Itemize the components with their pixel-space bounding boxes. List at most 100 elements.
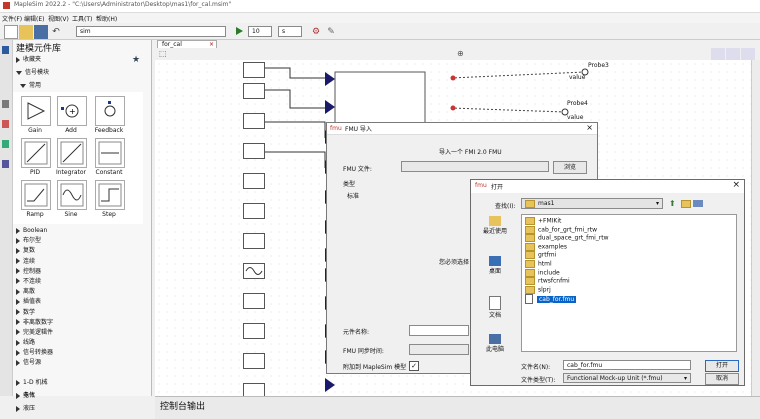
feedback-tile[interactable] (95, 96, 125, 126)
category-item[interactable]: 完美逻辑件 (14, 328, 150, 338)
common-item[interactable]: 常用 (18, 81, 41, 91)
new-icon[interactable] (4, 25, 18, 39)
list-item[interactable]: rtwsfcnfmi (525, 277, 736, 286)
source-block[interactable] (243, 323, 265, 339)
parameters-tab-icon[interactable] (2, 120, 9, 128)
documents-place[interactable]: 文档 (475, 296, 515, 324)
open-icon[interactable] (19, 25, 33, 39)
ramp-tile[interactable] (21, 180, 51, 210)
mechanical-item[interactable]: 1-D 机械 (14, 377, 48, 386)
menu-view[interactable]: 视图(V) (48, 14, 69, 23)
filename-input[interactable]: cab_for.fmu (563, 360, 691, 370)
sine-tile[interactable] (57, 180, 87, 210)
new-folder-icon[interactable] (681, 200, 691, 208)
close-icon[interactable]: × (732, 180, 740, 190)
list-item[interactable]: +FMIKit (525, 217, 736, 226)
browse-button[interactable]: 浏览 (553, 161, 587, 174)
menu-file[interactable]: 文件(F) (2, 14, 22, 23)
multibody-item[interactable]: 多体 (14, 390, 35, 399)
source-block[interactable] (243, 83, 265, 99)
up-folder-icon[interactable]: ⬆ (669, 199, 676, 208)
undo-icon[interactable]: ↶ (49, 25, 63, 39)
menu-help[interactable]: 帮助(H) (96, 14, 117, 23)
sine-source-block[interactable] (243, 263, 265, 279)
signal-blocks-item[interactable]: 信号模块 (14, 68, 49, 78)
run-icon[interactable] (236, 27, 243, 35)
category-item[interactable]: 布尔型 (14, 236, 150, 246)
input-port[interactable] (325, 72, 335, 86)
open-button[interactable]: 打开 (705, 360, 739, 372)
attach-checkbox[interactable]: ✓ (409, 361, 419, 371)
component-name-input[interactable] (409, 325, 469, 336)
folder-icon (525, 234, 535, 243)
close-icon[interactable]: × (586, 123, 593, 132)
list-item[interactable]: cab_for_grt_fmi_rtw (525, 225, 736, 235)
category-item[interactable]: 线路 (14, 338, 150, 348)
category-item[interactable]: 数学 (14, 308, 150, 318)
type-value[interactable]: 标准 (347, 191, 359, 200)
probe-tab-icon[interactable] (2, 140, 9, 148)
canvas-vscrollbar[interactable] (751, 60, 760, 396)
fmu-file-input[interactable] (401, 161, 549, 172)
file-list[interactable]: +FMIKit cab_for_grt_fmi_rtw dual_space_g… (521, 214, 737, 352)
list-item[interactable]: slprj (525, 285, 736, 295)
category-item[interactable]: 信号转换器 (14, 348, 150, 358)
pid-tile[interactable] (21, 138, 51, 168)
category-item[interactable]: 不连续 (14, 277, 150, 287)
star-icon[interactable]: ★ (132, 55, 140, 65)
source-block[interactable] (243, 293, 265, 309)
filetype-select[interactable]: Functional Mock-up Unit (*.fmu) ▾ (563, 373, 691, 383)
probe3-label[interactable]: Probe3 (588, 62, 609, 69)
tool-icon[interactable]: ✎ (324, 25, 338, 39)
category-item[interactable]: 控制器 (14, 267, 150, 277)
source-block[interactable] (243, 113, 265, 129)
category-item[interactable]: 非离散数字 (14, 318, 150, 328)
list-item[interactable]: include (525, 268, 736, 278)
list-item[interactable]: examples (525, 242, 736, 252)
constant-tile[interactable] (95, 138, 125, 168)
category-item[interactable]: 复数 (14, 246, 150, 256)
apps-tab-icon[interactable] (2, 160, 9, 168)
gain-tile[interactable] (21, 96, 51, 126)
category-item[interactable]: 离散 (14, 287, 150, 297)
source-block[interactable] (243, 233, 265, 249)
search-input[interactable]: sim (76, 26, 226, 37)
sim-time-input[interactable]: 10 (248, 26, 272, 37)
list-item[interactable]: dual_space_grt_fmi_rtw (525, 234, 736, 243)
source-block[interactable] (243, 173, 265, 189)
cancel-button[interactable]: 取消 (705, 373, 739, 385)
input-port[interactable] (325, 100, 335, 114)
settings-icon[interactable]: ⚙ (309, 25, 323, 39)
sine-source-block[interactable] (243, 203, 265, 219)
sync-time-input[interactable] (409, 344, 469, 355)
menu-tools[interactable]: 工具(T) (72, 14, 92, 23)
lookin-select[interactable]: mas1 ▾ (521, 198, 663, 209)
menu-edit[interactable]: 编辑(E) (24, 14, 44, 23)
integrator-tile[interactable] (57, 138, 87, 168)
source-block[interactable] (243, 353, 265, 369)
library-tab-icon[interactable] (2, 46, 9, 54)
time-unit-select[interactable]: s (278, 26, 302, 37)
favorites-item[interactable]: 收藏夹 (14, 55, 41, 65)
list-item[interactable]: html (525, 259, 736, 269)
desktop-place[interactable]: 桌面 (475, 256, 515, 284)
add-tile[interactable]: + (57, 96, 87, 126)
input-port[interactable] (325, 378, 335, 392)
probe4-label[interactable]: Probe4 (567, 100, 588, 107)
category-item[interactable]: 信号源 (14, 358, 150, 368)
list-item[interactable]: grtfmi (525, 251, 736, 260)
recent-place[interactable]: 最近使用 (475, 216, 515, 244)
category-item[interactable]: Boolean (14, 226, 150, 236)
step-tile[interactable] (95, 180, 125, 210)
hydraulic-item[interactable]: 液压 (14, 403, 35, 412)
category-item[interactable]: 插值表 (14, 297, 150, 307)
view-menu-icon[interactable] (693, 200, 703, 207)
source-block[interactable] (243, 62, 265, 78)
attachments-tab-icon[interactable] (2, 100, 9, 108)
list-item-selected[interactable]: cab_for.fmu (525, 294, 736, 305)
category-item[interactable]: 连续 (14, 257, 150, 267)
model-tab[interactable]: for_cal × (157, 40, 217, 48)
source-block[interactable] (243, 143, 265, 159)
computer-place[interactable]: 此电脑 (475, 334, 515, 362)
save-icon[interactable] (34, 25, 48, 39)
